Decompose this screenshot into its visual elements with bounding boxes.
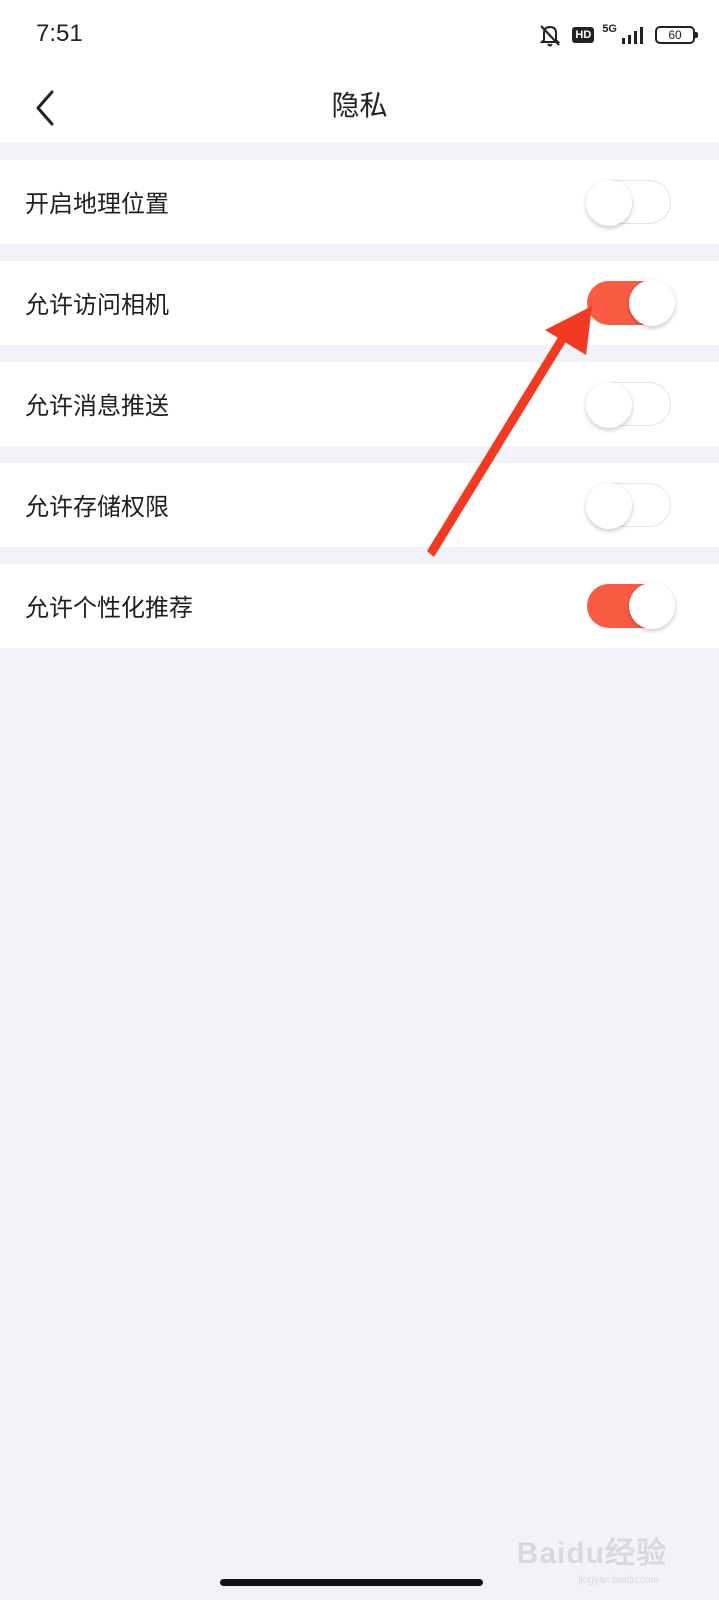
toggle-knob xyxy=(586,382,632,428)
watermark-logo: Baidu经验 xyxy=(516,1537,667,1570)
bell-muted-icon xyxy=(540,25,561,47)
push-toggle[interactable] xyxy=(586,382,671,428)
setting-label: 允许访问相机 xyxy=(25,291,169,319)
setting-label: 开启地理位置 xyxy=(25,190,169,218)
toggle-knob xyxy=(586,180,632,226)
setting-label: 允许个性化推荐 xyxy=(25,594,193,622)
network-label: 5G xyxy=(602,23,617,35)
setting-row-push: 允许消息推送 xyxy=(0,362,719,446)
header: 隐私 xyxy=(0,70,719,142)
toggle-knob xyxy=(629,280,675,326)
home-indicator[interactable] xyxy=(220,1579,483,1586)
setting-row-camera: 允许访问相机 xyxy=(0,261,719,345)
setting-row-storage: 允许存储权限 xyxy=(0,463,719,547)
toggle-knob xyxy=(586,483,632,529)
storage-toggle[interactable] xyxy=(586,483,671,529)
toggle-knob xyxy=(629,583,675,629)
setting-label: 允许消息推送 xyxy=(25,392,169,420)
page-title: 隐私 xyxy=(331,89,388,122)
setting-label: 允许存储权限 xyxy=(25,493,169,521)
signal-icon xyxy=(622,27,643,44)
camera-toggle[interactable] xyxy=(587,280,675,326)
setting-row-personalized: 允许个性化推荐 xyxy=(0,564,719,648)
battery-level: 60 xyxy=(668,28,682,42)
personalized-toggle[interactable] xyxy=(587,583,675,629)
status-bar: 7:51 HD 5G 60 xyxy=(0,0,719,70)
watermark-url: jingyan.baidu.com xyxy=(578,1575,659,1586)
settings-list: 开启地理位置 允许访问相机 允许消息推送 允许存储权限 允许个性化推荐 xyxy=(0,160,719,665)
hd-badge: HD xyxy=(572,27,595,43)
status-icons: HD 5G 60 xyxy=(536,22,698,48)
setting-row-location: 开启地理位置 xyxy=(0,160,719,244)
location-toggle[interactable] xyxy=(586,180,671,226)
battery-icon: 60 xyxy=(655,26,698,44)
status-time: 7:51 xyxy=(36,20,83,47)
